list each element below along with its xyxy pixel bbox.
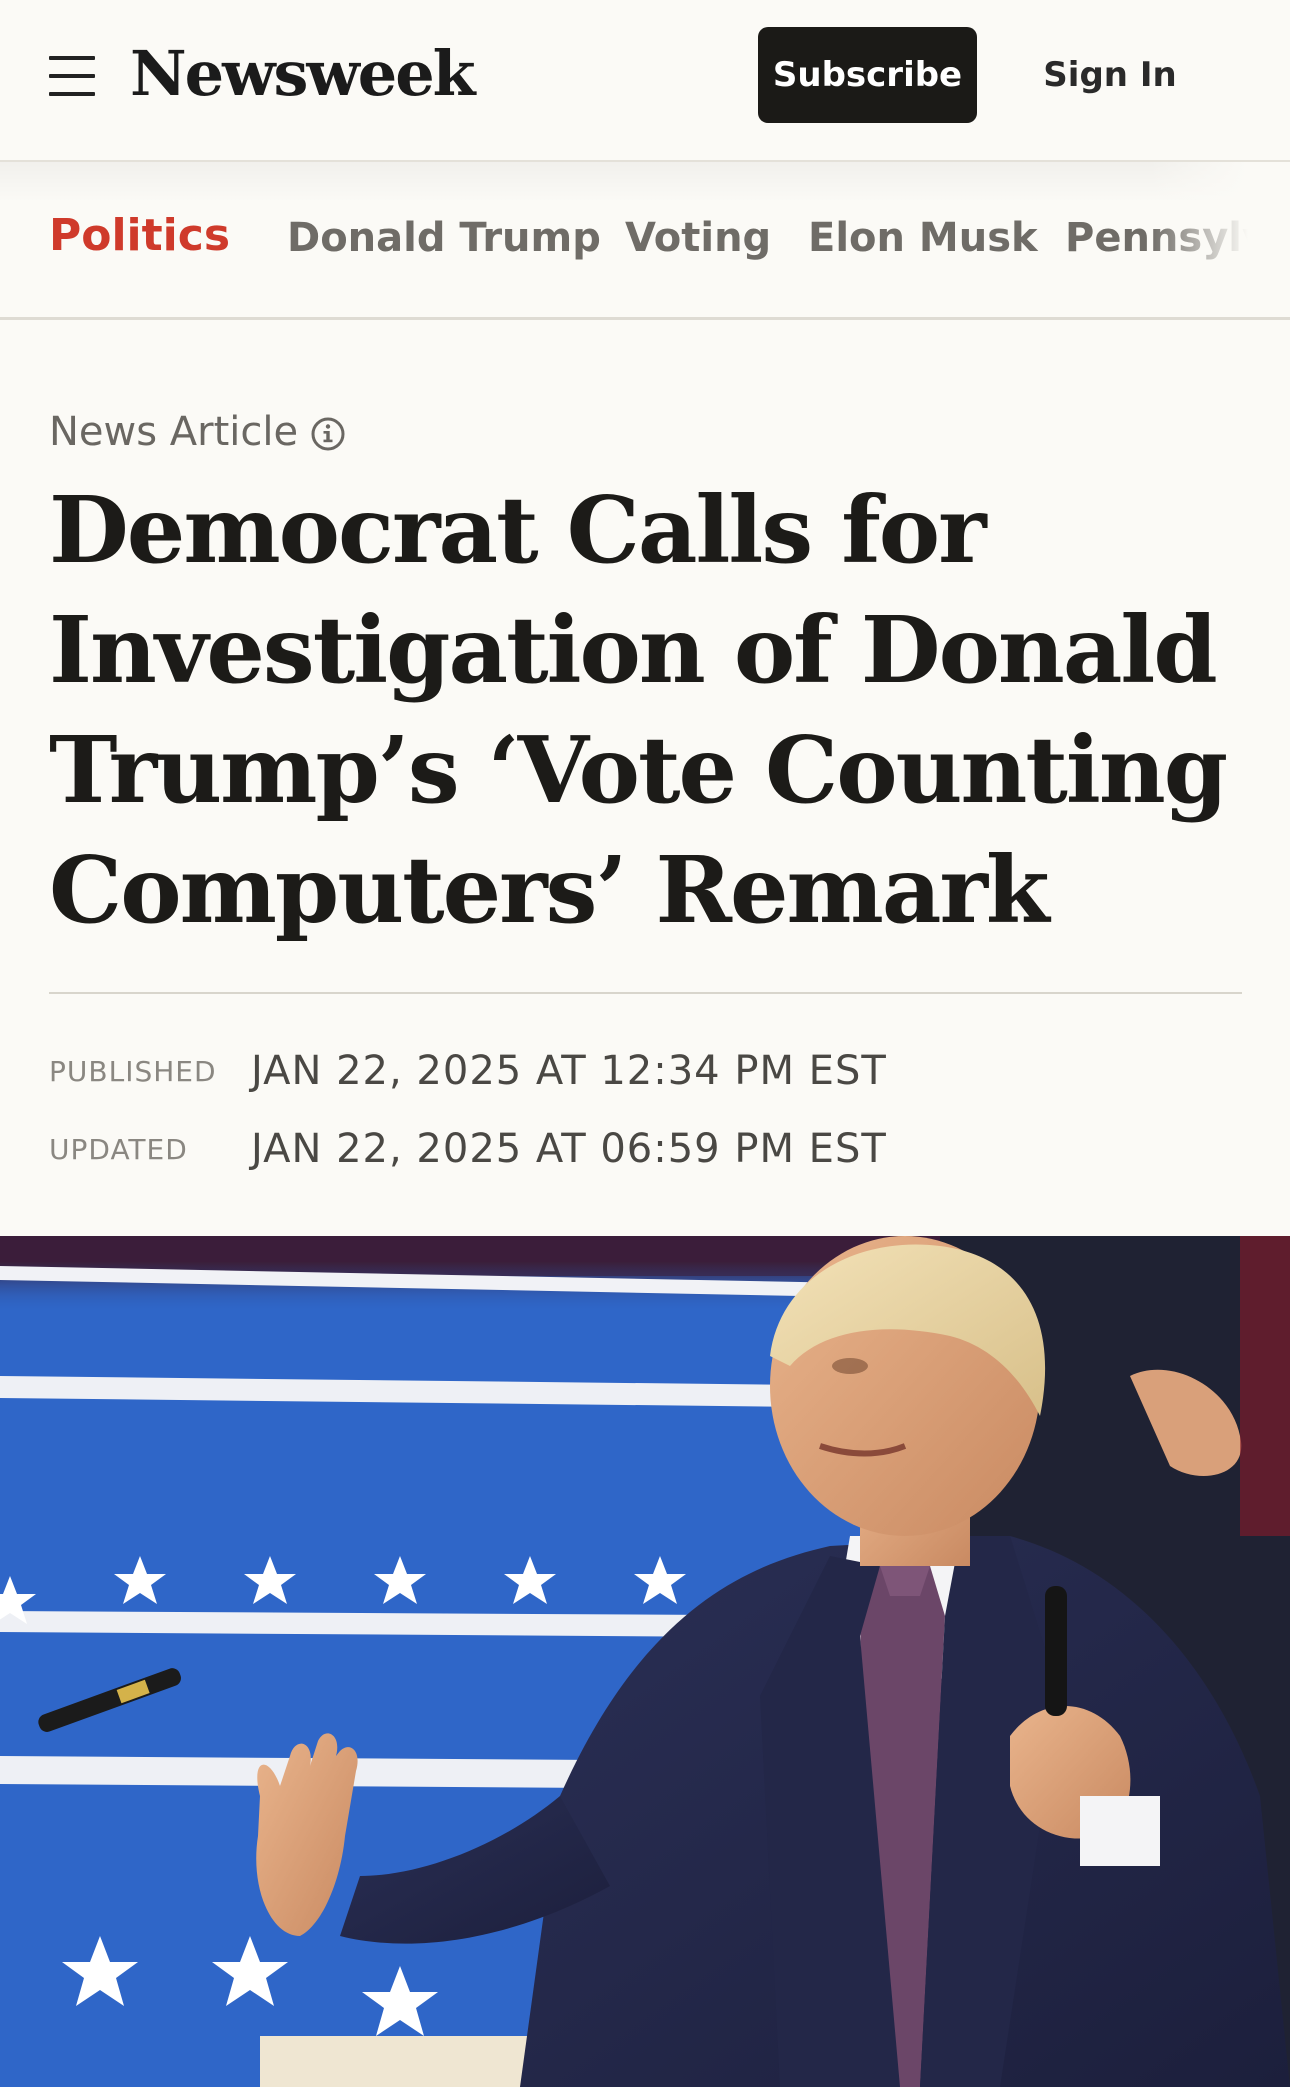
info-icon[interactable] <box>310 416 346 452</box>
category-politics[interactable]: Politics <box>49 208 230 264</box>
category-donald-trump[interactable]: Donald Trump <box>287 210 601 266</box>
category-nav: Politics Donald Trump Voting Elon Musk P… <box>0 162 1290 320</box>
hero-image[interactable] <box>0 1236 1290 2087</box>
category-voting[interactable]: Voting <box>625 210 771 266</box>
updated-row: UPDATED JAN 22, 2025 AT 06:59 PM EST <box>49 1121 887 1177</box>
published-row: PUBLISHED JAN 22, 2025 AT 12:34 PM EST <box>49 1043 887 1099</box>
updated-label: UPDATED <box>49 1132 188 1166</box>
article-headline: Democrat Calls for Investigation of Dona… <box>49 476 1228 944</box>
updated-date: JAN 22, 2025 AT 06:59 PM EST <box>251 1126 887 1172</box>
site-header: Newsweek Subscribe Sign In <box>0 0 1290 162</box>
article-type-label: News Article <box>49 409 299 455</box>
subscribe-button[interactable]: Subscribe <box>758 27 977 123</box>
hamburger-menu-icon[interactable] <box>49 56 95 96</box>
newsweek-logo[interactable]: Newsweek <box>130 34 476 114</box>
category-elon-musk[interactable]: Elon Musk <box>808 210 1038 266</box>
sign-in-link[interactable]: Sign In <box>1030 27 1190 123</box>
published-date: JAN 22, 2025 AT 12:34 PM EST <box>251 1048 887 1094</box>
headline-divider <box>49 992 1242 994</box>
published-label: PUBLISHED <box>49 1054 217 1088</box>
article-type: News Article <box>49 404 346 460</box>
category-pennsylvania[interactable]: Pennsylv <box>1065 210 1268 266</box>
